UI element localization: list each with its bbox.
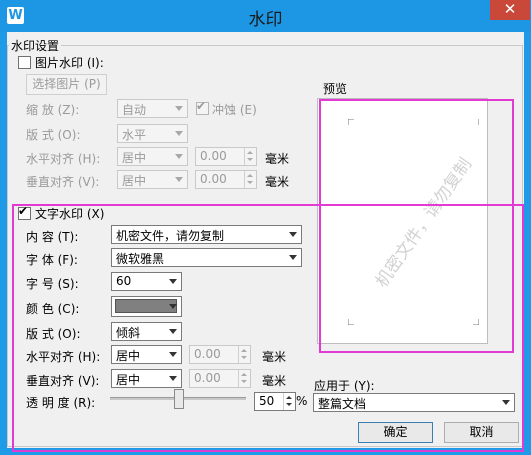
picture-h-align-select[interactable]: 居中 [117, 147, 188, 166]
picture-h-unit: 毫米 [265, 152, 290, 166]
picture-v-offset-value: 0.00 [200, 172, 227, 186]
zoom-label: 缩 放 (Z): [26, 103, 80, 117]
chevron-down-icon [175, 177, 183, 182]
picture-watermark-label: 图片水印 (I): [35, 56, 104, 70]
preview-label: 预览 [323, 82, 348, 96]
picture-v-align-value: 居中 [122, 174, 147, 188]
spinner-arrows-icon[interactable] [244, 171, 256, 188]
settings-group-label: 水印设置 [9, 37, 62, 54]
check-icon: ✔ [196, 99, 207, 113]
zoom-value: 自动 [122, 103, 147, 117]
title-bar: W 水印 ✕ [0, 0, 531, 32]
picture-v-align-label: 垂直对齐 (V): [26, 175, 100, 189]
picture-watermark-checkbox[interactable] [18, 56, 31, 69]
picture-v-align-select[interactable]: 居中 [117, 170, 188, 189]
washout-label: 冲蚀 (E) [212, 103, 257, 117]
spinner-arrows-icon[interactable] [244, 148, 256, 165]
picture-h-align-value: 居中 [122, 151, 147, 165]
picture-h-align-label: 水平对齐 (H): [26, 152, 101, 166]
highlight-box-text-watermark [12, 204, 524, 452]
window-title: 水印 [248, 10, 283, 30]
picture-h-offset-input[interactable]: 0.00 [195, 147, 257, 166]
picture-layout-select[interactable]: 水平 [117, 124, 188, 143]
zoom-select[interactable]: 自动 [117, 99, 188, 118]
picture-layout-value: 水平 [122, 128, 147, 142]
washout-checkbox[interactable]: ✔ [196, 99, 209, 115]
close-button[interactable]: ✕ [490, 0, 530, 20]
choose-picture-button[interactable]: 选择图片 (P) [26, 74, 107, 95]
chevron-down-icon [175, 154, 183, 159]
picture-v-unit: 毫米 [265, 175, 290, 189]
picture-v-offset-input[interactable]: 0.00 [195, 170, 257, 189]
picture-layout-label: 版 式 (O): [26, 128, 81, 142]
chevron-down-icon [175, 131, 183, 136]
picture-h-offset-value: 0.00 [200, 149, 227, 163]
chevron-down-icon [175, 106, 183, 111]
